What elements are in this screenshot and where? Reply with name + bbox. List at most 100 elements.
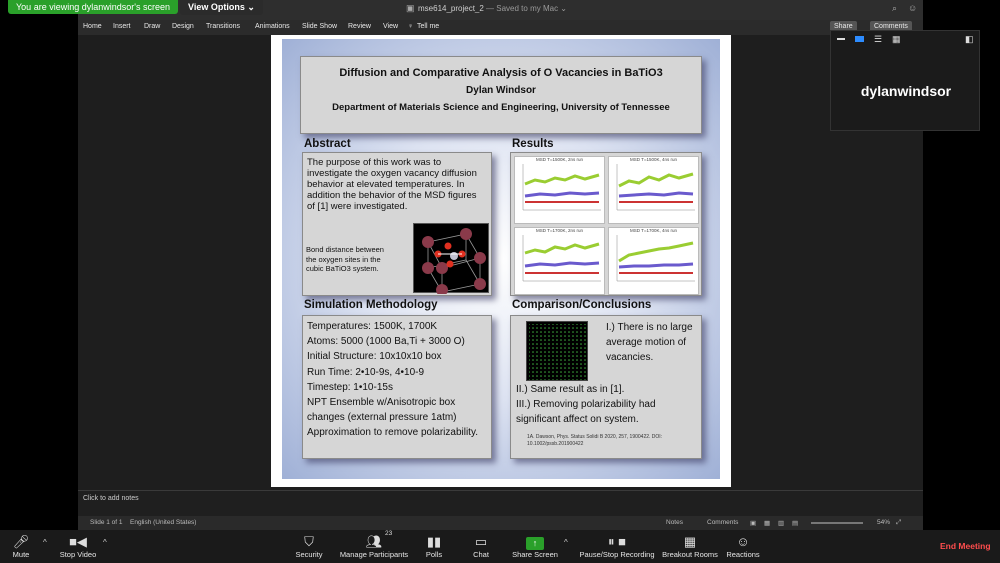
reading-view-icon[interactable]: ▥	[778, 519, 784, 527]
conclusion-1: I.) There is no large average motion of …	[606, 322, 693, 363]
meeting-toolbar: 🎤︎ Mute ^ ■◀ Stop Video ^ ⛉ Security 👥︎ …	[0, 530, 1000, 563]
view-options-button[interactable]: View Options ⌄	[180, 0, 263, 15]
slide-canvas[interactable]: Diffusion and Comparative Analysis of O …	[271, 35, 731, 487]
zoom-slider[interactable]	[811, 522, 863, 524]
mute-button[interactable]: 🎤︎ Mute	[8, 533, 34, 559]
side-by-side-icon[interactable]: ◧	[965, 34, 974, 45]
method-line: NPT Ensemble w/Anisotropic box changes (…	[307, 397, 457, 424]
participant-name: dylanwindsor	[860, 83, 952, 99]
slideshow-view-icon[interactable]: ▤	[792, 519, 798, 527]
method-line: Approximation to remove polarizability.	[307, 427, 479, 439]
active-speaker-view-icon[interactable]	[855, 36, 864, 42]
conclusions-box: I.) There is no large average motion of …	[510, 315, 702, 459]
share-label: Share	[834, 23, 853, 30]
slide-sorter-icon[interactable]: ▦	[764, 519, 770, 527]
account-icon[interactable]: ☺	[908, 3, 917, 13]
participants-label: Manage Participants	[339, 550, 409, 559]
method-line: Run Time: 2•10-9s, 4•10-9	[307, 366, 425, 378]
crystal-structure-image	[413, 223, 489, 296]
chat-button[interactable]: ▭ Chat	[469, 533, 493, 559]
msd-plot: MSD T=1500K, 4ns run	[608, 156, 699, 224]
minimize-icon[interactable]	[837, 38, 845, 40]
notes-placeholder: Click to add notes	[83, 495, 139, 502]
notes-button[interactable]: Notes	[666, 519, 683, 526]
notes-pane[interactable]: Click to add notes	[78, 490, 923, 516]
reactions-button[interactable]: ☺ Reactions	[725, 533, 761, 559]
tell-me-input[interactable]: Tell me	[417, 23, 439, 30]
chat-label: Chat	[473, 550, 489, 559]
share-screen-icon: ↑	[510, 533, 560, 550]
language-status[interactable]: English (United States)	[130, 519, 196, 526]
breakout-label: Breakout Rooms	[662, 550, 718, 559]
reference: 1A. Dawson, Phys. Status Solidi B 2020, …	[527, 434, 663, 447]
method-line: Timestep: 1•10-15s	[307, 381, 393, 393]
tab-insert[interactable]: Insert	[113, 23, 131, 30]
poster-title: Diffusion and Comparative Analysis of O …	[339, 67, 663, 79]
vacancy-grid-image	[526, 321, 588, 381]
poster-author: Dylan Windsor	[466, 85, 536, 96]
recording-label: Pause/Stop Recording	[579, 550, 655, 559]
tab-home[interactable]: Home	[83, 23, 102, 30]
video-options-caret[interactable]: ^	[103, 538, 107, 547]
tab-transitions[interactable]: Transitions	[206, 23, 240, 30]
poster: Diffusion and Comparative Analysis of O …	[282, 39, 720, 479]
conclusions-heading: Comparison/Conclusions	[512, 299, 652, 311]
method-line: Atoms: 5000 (1000 Ba,Ti + 3000 O)	[307, 336, 465, 348]
share-screen-button[interactable]: ↑ Share Screen	[510, 533, 560, 559]
document-title: mse614_project_2 — Saved to my Mac ⌄	[418, 4, 567, 13]
breakout-rooms-icon: ▦	[683, 534, 697, 549]
chat-icon: ▭	[474, 534, 488, 549]
smiley-icon: ☺	[736, 534, 750, 549]
method-line: Initial Structure: 10x10x10 box	[307, 351, 442, 363]
stop-video-button[interactable]: ■◀ Stop Video	[56, 533, 100, 559]
tab-design[interactable]: Design	[172, 23, 194, 30]
tab-slide-show[interactable]: Slide Show	[302, 23, 337, 30]
conclusion-2: II.) Same result as in [1].	[516, 384, 625, 395]
results-box: MSD T=1500K, 2ns run MSD T=1500K, 4ns ru…	[510, 152, 702, 296]
search-icon[interactable]: ⌕	[892, 3, 897, 14]
msd-plot: MSD T=1700K, 4ns run	[608, 227, 699, 295]
tab-review[interactable]: Review	[348, 23, 371, 30]
poster-title-box: Diffusion and Comparative Analysis of O …	[300, 56, 702, 134]
abstract-box: The purpose of this work was to investig…	[302, 152, 492, 296]
recording-button[interactable]: ⏸ ■ Pause/Stop Recording	[578, 533, 656, 559]
security-button[interactable]: ⛉ Security	[292, 533, 326, 559]
audio-options-caret[interactable]: ^	[43, 538, 47, 547]
gallery-strip-icon[interactable]: ☰	[874, 34, 882, 45]
polls-button[interactable]: ▮▮ Polls	[422, 533, 446, 559]
end-meeting-button[interactable]: End Meeting	[940, 541, 991, 551]
results-heading: Results	[512, 138, 554, 150]
method-line: Temperatures: 1500K, 1700K	[307, 321, 438, 332]
tab-animations[interactable]: Animations	[255, 23, 290, 30]
tab-view[interactable]: View	[383, 23, 398, 30]
reactions-label: Reactions	[726, 550, 760, 559]
slide-counter: Slide 1 of 1	[90, 519, 123, 526]
manage-participants-button[interactable]: 👥︎ Manage Participants	[337, 533, 411, 559]
video-camera-icon: ■◀	[69, 534, 87, 549]
methodology-box: Temperatures: 1500K, 1700K Atoms: 5000 (…	[302, 315, 492, 459]
microphone-icon: 🎤︎	[12, 534, 30, 549]
normal-view-icon[interactable]: ▣	[750, 519, 756, 527]
participant-tile[interactable]: ☰ ▦ ◧ dylanwindsor	[830, 30, 980, 131]
fit-slide-icon[interactable]: ⤢	[896, 519, 901, 527]
shared-screen: ▣ mse614_project_2 — Saved to my Mac ⌄ ⌕…	[78, 0, 923, 530]
breakout-rooms-button[interactable]: ▦ Breakout Rooms	[661, 533, 719, 559]
shield-icon: ⛉	[304, 534, 314, 549]
polls-icon: ▮▮	[426, 534, 442, 549]
comments-status-button[interactable]: Comments	[707, 519, 738, 526]
lightbulb-icon: ♀	[408, 23, 414, 30]
comments-label: Comments	[874, 23, 908, 30]
slide-editor: Diffusion and Comparative Analysis of O …	[78, 35, 923, 490]
gallery-view-icon[interactable]: ▦	[892, 34, 901, 45]
share-options-caret[interactable]: ^	[564, 538, 568, 547]
security-label: Security	[295, 550, 323, 559]
participants-icon: 👥︎	[365, 534, 383, 549]
status-bar: Slide 1 of 1 English (United States) Not…	[78, 516, 923, 530]
msd-plot: MSD T=1500K, 2ns run	[514, 156, 605, 224]
saved-status: — Saved to my Mac ⌄	[483, 4, 567, 13]
document-name: mse614_project_2	[418, 4, 484, 13]
abstract-heading: Abstract	[304, 138, 351, 150]
share-screen-label: Share Screen	[512, 550, 558, 559]
stop-video-label: Stop Video	[59, 550, 97, 559]
tab-draw[interactable]: Draw	[144, 23, 160, 30]
